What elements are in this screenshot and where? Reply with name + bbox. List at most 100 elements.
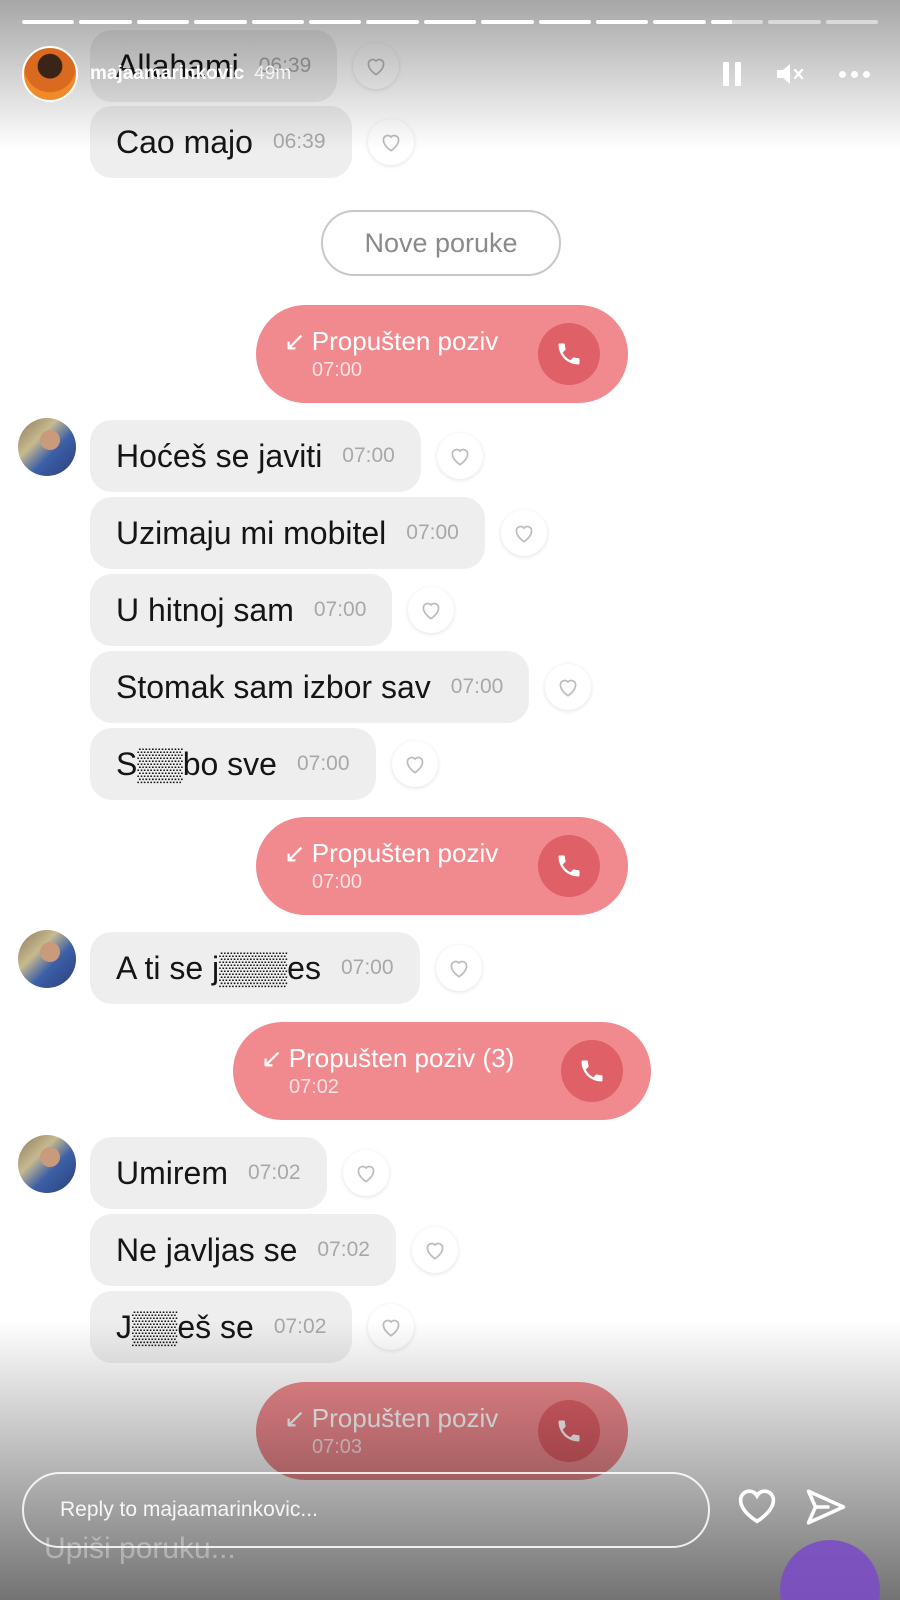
- message-text: Ne javljas se: [116, 1231, 298, 1268]
- message-row: S▒▒bo sve 07:00: [0, 728, 438, 800]
- message-row: J▒▒eš se 07:02: [0, 1291, 415, 1363]
- message-text: Cao majo: [116, 123, 253, 160]
- message-bubble: Hoćeš se javiti 07:00: [90, 420, 421, 492]
- heart-icon: [342, 1150, 389, 1196]
- phone-icon: [538, 835, 600, 897]
- progress-segment: [768, 20, 821, 24]
- message-text: Umirem: [116, 1154, 228, 1191]
- message-bubble: Cao majo 06:39: [90, 106, 352, 178]
- chat-screenshot: Allahami 06:39 Cao majo 06:39 Nove poruk…: [0, 0, 900, 1600]
- message-text: S▒▒bo sve: [116, 745, 277, 782]
- heart-icon: [435, 945, 482, 991]
- heart-icon: [391, 741, 438, 787]
- message-time: 07:00: [342, 444, 395, 467]
- progress-segment: [309, 20, 362, 24]
- story-controls: [723, 61, 870, 87]
- message-bubble: Uzimaju mi mobitel 07:00: [90, 497, 485, 569]
- missed-call-label: Propušten poziv: [311, 1403, 499, 1433]
- message-text: Hoćeš se javiti: [116, 437, 323, 474]
- heart-icon: [500, 510, 547, 556]
- message-bubble: S▒▒bo sve 07:00: [90, 728, 376, 800]
- missed-call-label: Propušten poziv: [311, 326, 499, 356]
- heart-icon: [436, 433, 483, 479]
- message-text: Stomak sam izbor sav: [116, 668, 431, 705]
- pause-icon[interactable]: [723, 62, 741, 86]
- message-row: A ti se j▒▒▒es 07:00: [0, 932, 482, 1004]
- message-time: 07:00: [450, 675, 504, 698]
- message-bubble: J▒▒eš se 07:02: [90, 1291, 353, 1363]
- progress-segment: [538, 20, 592, 24]
- story-progress: [22, 20, 879, 24]
- heart-icon: [368, 1304, 415, 1350]
- progress-segment: [481, 20, 534, 24]
- message-text: Uzimaju mi mobitel: [116, 514, 387, 551]
- missed-call-time: 07:03: [312, 1436, 363, 1458]
- missed-call-bubble: ↙ Propušten poziv 07:00: [256, 305, 628, 403]
- message-row: Uzimaju mi mobitel 07:00: [0, 497, 547, 569]
- message-text: A ti se j▒▒▒es: [116, 949, 321, 986]
- message-time: 07:02: [273, 1315, 327, 1338]
- phone-icon: [538, 323, 600, 385]
- message-row: Ne javljas se 07:02: [0, 1214, 458, 1286]
- progress-segment: [136, 20, 190, 24]
- story-header: majaamarinkovic 49m: [22, 44, 870, 104]
- message-time: 07:00: [296, 752, 350, 775]
- like-heart-icon[interactable]: [735, 1485, 779, 1530]
- progress-segment: [22, 20, 75, 24]
- message-bubble: Stomak sam izbor sav 07:00: [90, 651, 530, 723]
- story-time-ago: 49m: [254, 63, 292, 84]
- message-time: 07:02: [317, 1238, 370, 1261]
- progress-segment: [79, 20, 132, 24]
- missed-call-time: 07:00: [312, 359, 363, 381]
- missed-call-arrow-icon: ↙: [284, 838, 306, 868]
- message-bubble: Umirem 07:02: [90, 1137, 327, 1209]
- reply-input[interactable]: [60, 1498, 708, 1522]
- heart-icon: [408, 587, 455, 633]
- progress-segment: [366, 20, 419, 24]
- progress-segment: [194, 20, 247, 24]
- progress-segment: [825, 20, 879, 24]
- compose-fab: [780, 1540, 880, 1600]
- reply-field[interactable]: [22, 1472, 710, 1548]
- message-text: J▒▒eš se: [116, 1308, 254, 1345]
- missed-call-arrow-icon: ↙: [284, 1403, 306, 1433]
- missed-call-time: 07:02: [289, 1076, 340, 1098]
- message-time: 07:00: [406, 521, 459, 544]
- progress-segment: [251, 20, 305, 24]
- message-bubble: Ne javljas se 07:02: [90, 1214, 396, 1286]
- more-icon[interactable]: [839, 70, 870, 78]
- progress-segment: [423, 20, 477, 24]
- progress-segment: [596, 20, 649, 24]
- message-row: Umirem 07:02: [0, 1137, 389, 1209]
- missed-call-bubble: ↙ Propušten poziv (3) 07:02: [233, 1022, 651, 1120]
- missed-call-arrow-icon: ↙: [284, 326, 306, 356]
- message-row: Cao majo 06:39: [0, 106, 414, 178]
- phone-icon: [538, 1400, 600, 1462]
- send-icon[interactable]: [805, 1487, 847, 1532]
- message-row: U hitnoj sam 07:00: [0, 574, 455, 646]
- missed-call-label: Propušten poziv: [311, 838, 499, 868]
- new-messages-divider: Nove poruke: [321, 210, 561, 276]
- progress-segment: [653, 20, 706, 24]
- message-bubble: U hitnoj sam 07:00: [90, 574, 393, 646]
- missed-call-time: 07:00: [312, 871, 363, 893]
- missed-call-bubble: ↙ Propušten poziv 07:00: [256, 817, 628, 915]
- phone-icon: [561, 1040, 623, 1102]
- heart-icon: [545, 664, 592, 710]
- message-time: 06:39: [272, 130, 326, 153]
- missed-call-label: Propušten poziv (3): [288, 1043, 515, 1073]
- mute-icon[interactable]: [775, 61, 805, 87]
- message-time: 07:00: [340, 956, 394, 979]
- message-bubble: A ti se j▒▒▒es 07:00: [90, 932, 420, 1004]
- message-time: 07:00: [313, 598, 367, 621]
- story-avatar[interactable]: [22, 46, 78, 102]
- missed-call-arrow-icon: ↙: [261, 1043, 283, 1073]
- message-row: Hoćeš se javiti 07:00: [0, 420, 483, 492]
- heart-icon: [411, 1227, 458, 1273]
- message-row: Stomak sam izbor sav 07:00: [0, 651, 592, 723]
- story-username[interactable]: majaamarinkovic: [90, 63, 244, 85]
- missed-call-bubble: ↙ Propušten poziv 07:03: [256, 1382, 628, 1480]
- heart-icon: [367, 119, 414, 165]
- progress-segment-current: [710, 20, 764, 24]
- message-time: 07:02: [247, 1161, 301, 1184]
